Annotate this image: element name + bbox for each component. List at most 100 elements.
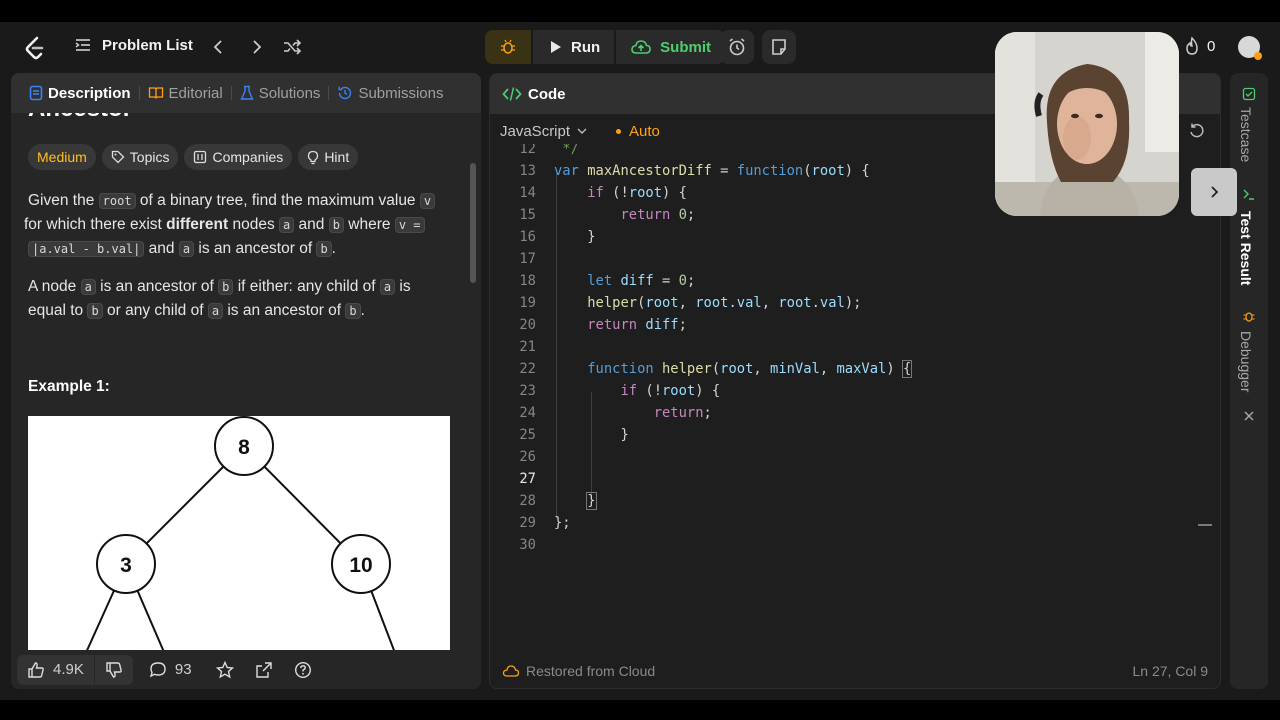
code-editor[interactable]: 12 */ 13 var maxAncestorDiff = function(r… bbox=[490, 144, 1220, 664]
tab-editorial[interactable]: Editorial bbox=[142, 85, 229, 102]
comments-button[interactable]: 93 bbox=[149, 661, 192, 679]
dislike-button[interactable] bbox=[95, 655, 133, 685]
tab-description-label: Description bbox=[48, 84, 131, 102]
problem-tags: Medium Topics Companies Hint bbox=[28, 144, 359, 170]
topics-label: Topics bbox=[129, 149, 170, 165]
code-line: 23 if (!root) { bbox=[490, 380, 1220, 402]
avatar[interactable] bbox=[1238, 36, 1262, 60]
bold-text: different bbox=[166, 216, 229, 233]
language-select[interactable]: JavaScript bbox=[500, 123, 588, 140]
building-icon bbox=[194, 150, 207, 164]
tab-description[interactable]: Description bbox=[23, 85, 137, 102]
like-count: 4.9K bbox=[53, 661, 84, 678]
streak-count: 0 bbox=[1207, 37, 1216, 55]
companies-label: Companies bbox=[212, 149, 284, 165]
line-text: } bbox=[586, 492, 597, 510]
tab-divider bbox=[230, 86, 232, 100]
history-icon bbox=[338, 86, 352, 100]
problem-list-label: Problem List bbox=[102, 36, 193, 54]
text: Given the bbox=[28, 192, 99, 209]
chevron-right-icon bbox=[1211, 186, 1219, 198]
tab-solutions[interactable]: Solutions bbox=[234, 85, 327, 102]
line-text: function helper(root, minVal, maxVal) { bbox=[587, 360, 913, 378]
code-line: 26 bbox=[490, 446, 1220, 468]
comment-count: 93 bbox=[174, 661, 192, 678]
tab-editorial-label: Editorial bbox=[168, 84, 223, 102]
avatar-badge bbox=[1254, 52, 1262, 60]
bug-icon bbox=[1243, 312, 1255, 322]
tag-icon bbox=[111, 150, 125, 164]
expand-panel-button[interactable] bbox=[1191, 168, 1237, 216]
line-text: if (!root) { bbox=[587, 185, 687, 201]
tree-node-label: 10 bbox=[349, 554, 372, 577]
share-icon[interactable] bbox=[255, 661, 273, 679]
code-line: 18 let diff = 0; bbox=[490, 270, 1220, 292]
line-number: 25 bbox=[519, 427, 536, 443]
like-button[interactable]: 4.9K bbox=[17, 655, 94, 685]
editor-scroll-marker bbox=[1198, 524, 1212, 526]
problem-list-button[interactable]: Problem List bbox=[74, 36, 193, 54]
line-number: 13 bbox=[519, 163, 536, 179]
line-number: 16 bbox=[519, 229, 536, 245]
run-button[interactable]: Run bbox=[533, 30, 615, 64]
text: A node bbox=[28, 278, 81, 295]
line-text: return diff; bbox=[587, 317, 687, 333]
notes-button[interactable] bbox=[762, 30, 796, 64]
line-number: 15 bbox=[519, 207, 536, 223]
timer-button[interactable] bbox=[720, 30, 754, 64]
hint-tag[interactable]: Hint bbox=[298, 144, 359, 170]
companies-tag[interactable]: Companies bbox=[184, 144, 293, 170]
close-icon[interactable] bbox=[1243, 410, 1255, 422]
line-number: 24 bbox=[519, 405, 536, 421]
tab-debugger[interactable]: Debugger bbox=[1238, 331, 1254, 393]
text: is an ancestor of bbox=[95, 278, 219, 295]
auto-mode-toggle[interactable]: Auto bbox=[616, 123, 660, 140]
cloud-upload-icon bbox=[631, 40, 651, 54]
tab-testcase[interactable]: Testcase bbox=[1238, 107, 1254, 162]
difficulty-badge: Medium bbox=[28, 144, 96, 170]
debug-button[interactable] bbox=[485, 30, 531, 64]
submit-button[interactable]: Submit bbox=[616, 30, 726, 64]
tab-test-result[interactable]: Test Result bbox=[1238, 211, 1254, 285]
star-icon[interactable] bbox=[215, 660, 234, 679]
text: where bbox=[343, 216, 395, 233]
line-number: 29 bbox=[519, 515, 536, 531]
line-text: } bbox=[554, 427, 629, 443]
line-text: helper(root, root.val, root.val); bbox=[587, 295, 862, 311]
chevron-down-icon bbox=[577, 128, 587, 134]
chevron-left-icon[interactable] bbox=[209, 37, 229, 57]
lightbulb-icon bbox=[308, 150, 319, 164]
reset-icon[interactable] bbox=[1188, 122, 1206, 140]
description-scrollbar[interactable] bbox=[470, 163, 476, 283]
terminal-icon bbox=[1243, 189, 1254, 200]
topics-tag[interactable]: Topics bbox=[101, 144, 179, 170]
inline-code: root bbox=[98, 193, 136, 209]
inline-code: a bbox=[379, 279, 396, 295]
problem-description: Ancestor Medium Topics Companies Hint Gi… bbox=[11, 113, 469, 650]
tab-divider bbox=[138, 86, 140, 100]
auto-dot-icon bbox=[616, 128, 622, 134]
code-line: 30 bbox=[490, 534, 1220, 556]
code-line: 24 return; bbox=[490, 402, 1220, 424]
tab-submissions[interactable]: Submissions bbox=[331, 85, 449, 102]
streak-counter[interactable]: 0 bbox=[1183, 36, 1215, 56]
inline-code: a bbox=[279, 217, 295, 233]
text: . bbox=[331, 240, 336, 257]
help-icon[interactable] bbox=[294, 661, 312, 679]
binary-tree-diagram: 8 3 10 bbox=[86, 416, 395, 650]
submit-label: Submit bbox=[660, 38, 712, 56]
bug-icon bbox=[501, 39, 515, 54]
example-tree-image: 8 3 10 bbox=[28, 416, 450, 650]
play-icon bbox=[551, 41, 561, 53]
chevron-right-icon[interactable] bbox=[246, 37, 266, 57]
code-line: 16 } bbox=[490, 226, 1220, 248]
document-icon bbox=[29, 85, 43, 101]
line-text: */ bbox=[554, 144, 579, 157]
line-text: var maxAncestorDiff = function(root) { bbox=[554, 163, 870, 179]
leetcode-logo-icon[interactable] bbox=[22, 35, 48, 61]
line-number: 18 bbox=[519, 273, 536, 289]
shuffle-icon[interactable] bbox=[282, 37, 302, 57]
save-status: Restored from Cloud bbox=[526, 663, 656, 679]
code-line: 19 helper(root, root.val, root.val); bbox=[490, 292, 1220, 314]
description-tabs: Description Editorial Solutions Submissi… bbox=[11, 73, 481, 113]
